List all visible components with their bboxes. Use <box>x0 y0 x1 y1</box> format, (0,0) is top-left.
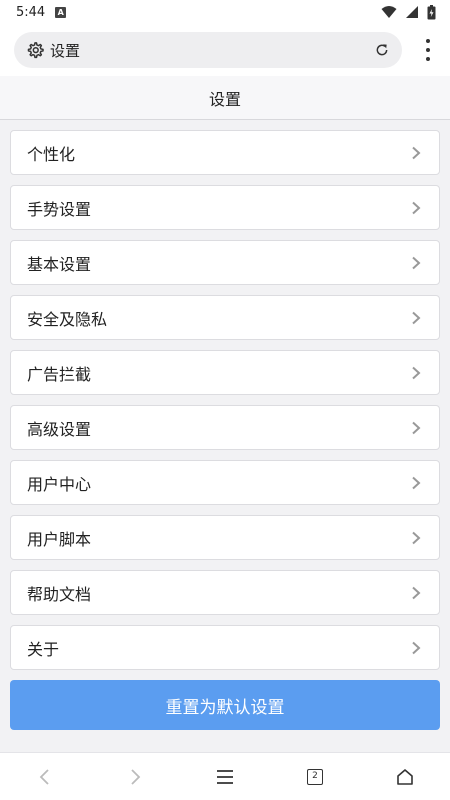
tab-count: 2 <box>307 768 323 785</box>
settings-item-label: 用户脚本 <box>27 529 92 549</box>
gear-icon <box>27 42 44 59</box>
home-button[interactable] <box>385 757 425 797</box>
bottom-toolbar: 2 <box>0 752 450 800</box>
chevron-right-icon <box>412 366 421 379</box>
settings-item-label: 关于 <box>27 639 60 659</box>
address-bar[interactable]: 设置 <box>14 32 402 68</box>
menu-button[interactable] <box>205 757 245 797</box>
reset-defaults-button[interactable]: 重置为默认设置 <box>10 680 440 730</box>
address-area: 设置 <box>0 24 450 76</box>
signal-icon <box>406 6 418 18</box>
page-title: 设置 <box>0 76 450 120</box>
settings-item-personalization[interactable]: 个性化 <box>10 130 440 175</box>
status-left: 5:44 A <box>16 4 67 20</box>
settings-item-adblock[interactable]: 广告拦截 <box>10 350 440 395</box>
status-time: 5:44 <box>16 4 46 20</box>
tabs-button[interactable]: 2 <box>295 757 335 797</box>
status-right <box>381 4 436 20</box>
settings-item-help-docs[interactable]: 帮助文档 <box>10 570 440 615</box>
settings-item-user-scripts[interactable]: 用户脚本 <box>10 515 440 560</box>
battery-icon <box>427 4 436 19</box>
chevron-right-icon <box>131 768 141 785</box>
chevron-right-icon <box>412 641 421 654</box>
settings-item-label: 用户中心 <box>27 474 92 494</box>
hamburger-menu-icon <box>217 769 233 784</box>
settings-list: 个性化 手势设置 基本设置 安全及隐私 广告拦截 高级设置 用户中心 用户脚本 … <box>10 130 440 680</box>
more-menu-icon[interactable] <box>420 39 436 61</box>
forward-button[interactable] <box>115 757 155 797</box>
settings-item-basic[interactable]: 基本设置 <box>10 240 440 285</box>
chevron-right-icon <box>412 586 421 599</box>
refresh-icon[interactable] <box>374 42 390 58</box>
chevron-right-icon <box>412 201 421 214</box>
wifi-icon <box>381 6 397 18</box>
settings-item-label: 高级设置 <box>27 419 92 439</box>
address-text[interactable]: 设置 <box>50 40 374 61</box>
settings-item-label: 基本设置 <box>27 254 92 274</box>
settings-item-gestures[interactable]: 手势设置 <box>10 185 440 230</box>
home-icon <box>397 768 413 785</box>
chevron-right-icon <box>412 421 421 434</box>
chevron-right-icon <box>412 256 421 269</box>
chevron-right-icon <box>412 311 421 324</box>
chevron-right-icon <box>412 531 421 544</box>
chevron-right-icon <box>412 146 421 159</box>
settings-item-about[interactable]: 关于 <box>10 625 440 670</box>
settings-item-label: 个性化 <box>27 144 76 164</box>
settings-item-label: 帮助文档 <box>27 584 92 604</box>
chevron-right-icon <box>412 476 421 489</box>
settings-item-label: 手势设置 <box>27 199 92 219</box>
back-button[interactable] <box>25 757 65 797</box>
status-bar: 5:44 A <box>0 0 450 24</box>
settings-item-user-center[interactable]: 用户中心 <box>10 460 440 505</box>
settings-item-label: 安全及隐私 <box>27 309 108 329</box>
chevron-left-icon <box>39 768 49 785</box>
settings-item-advanced[interactable]: 高级设置 <box>10 405 440 450</box>
notification-icon: A <box>55 6 67 18</box>
settings-item-security-privacy[interactable]: 安全及隐私 <box>10 295 440 340</box>
settings-item-label: 广告拦截 <box>27 364 92 384</box>
